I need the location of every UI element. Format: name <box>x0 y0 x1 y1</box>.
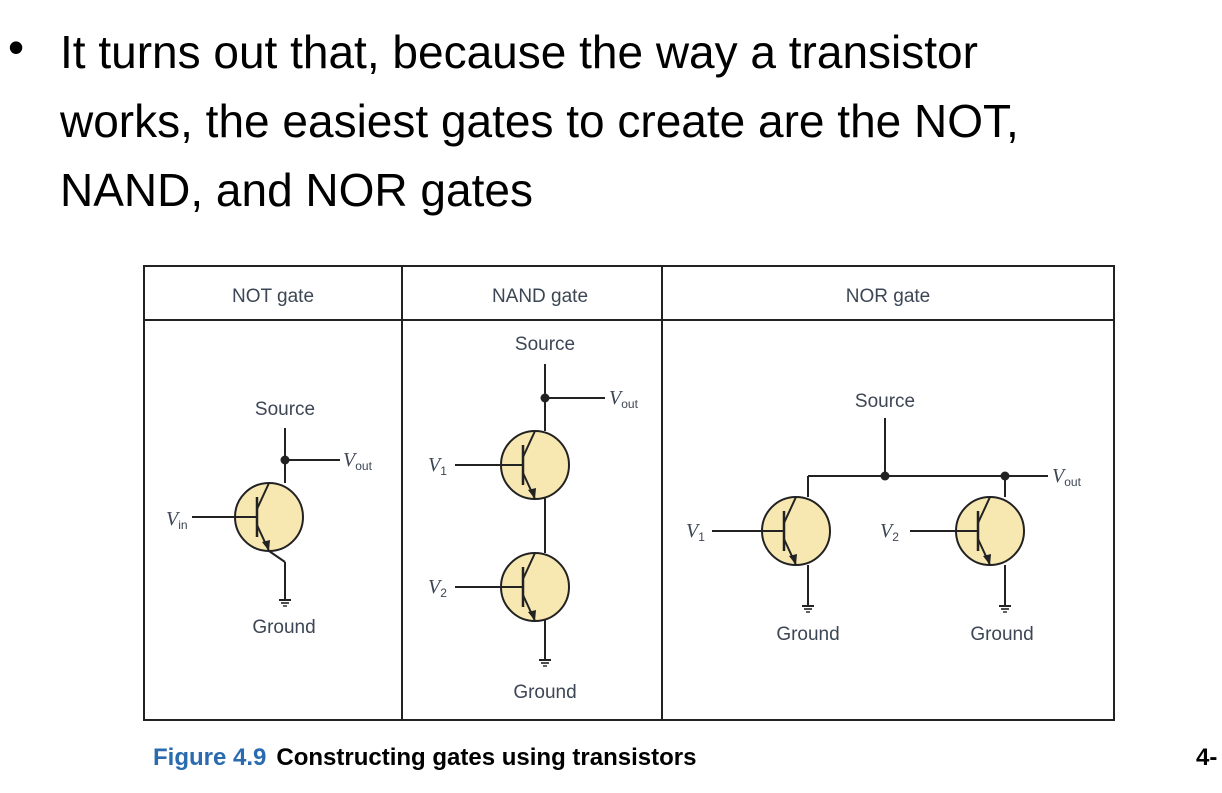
caption-text: Constructing gates using transistors <box>276 744 697 771</box>
figure-caption: Figure 4.9 Constructing gates using trans… <box>153 744 696 772</box>
nor-gate-circuit: Source Vout V1 Ground V2 Ground <box>686 391 1082 645</box>
nand-vout-label: Vout <box>609 387 639 411</box>
nand-source-label: Source <box>515 334 575 355</box>
nor-v1-label: V1 <box>686 520 705 544</box>
nor-ground-label-right: Ground <box>970 624 1033 645</box>
not-gate-header: NOT gate <box>232 286 314 307</box>
nand-transistor-2 <box>499 551 571 623</box>
not-source-label: Source <box>255 399 315 420</box>
nor-transistor-1 <box>760 495 832 567</box>
not-ground-label: Ground <box>252 617 315 638</box>
nor-ground-symbol-2 <box>998 605 1012 613</box>
not-ground-symbol <box>278 599 292 607</box>
nor-source-label: Source <box>855 391 915 412</box>
nor-junction-dot-source <box>880 471 890 481</box>
not-transistor <box>233 481 305 553</box>
transistor-gates-figure: NOT gate NAND gate NOR gate Source Vout … <box>143 265 1115 721</box>
not-gate-circuit: Source Vout Vin Ground <box>166 399 373 638</box>
nand-gate-header: NAND gate <box>492 286 588 307</box>
nor-ground-label-left: Ground <box>776 624 839 645</box>
nand-gate-circuit: Source Vout V1 V2 Ground <box>428 334 639 703</box>
nand-transistor-1 <box>499 429 571 501</box>
nor-transistor-2 <box>954 495 1026 567</box>
nand-v1-label: V1 <box>428 454 447 478</box>
nand-ground-symbol <box>538 659 552 667</box>
nor-vout-label: Vout <box>1052 465 1082 489</box>
nor-gate-header: NOR gate <box>846 286 930 307</box>
figure-number: Figure 4.9 <box>153 744 267 771</box>
nor-ground-symbol-1 <box>801 605 815 613</box>
page-number: 4- <box>1196 744 1218 771</box>
nand-ground-label: Ground <box>513 682 576 703</box>
not-vin-label: Vin <box>166 508 188 532</box>
not-vout-label: Vout <box>343 449 373 473</box>
nor-v2-label: V2 <box>880 520 899 544</box>
nand-v2-label: V2 <box>428 576 447 600</box>
